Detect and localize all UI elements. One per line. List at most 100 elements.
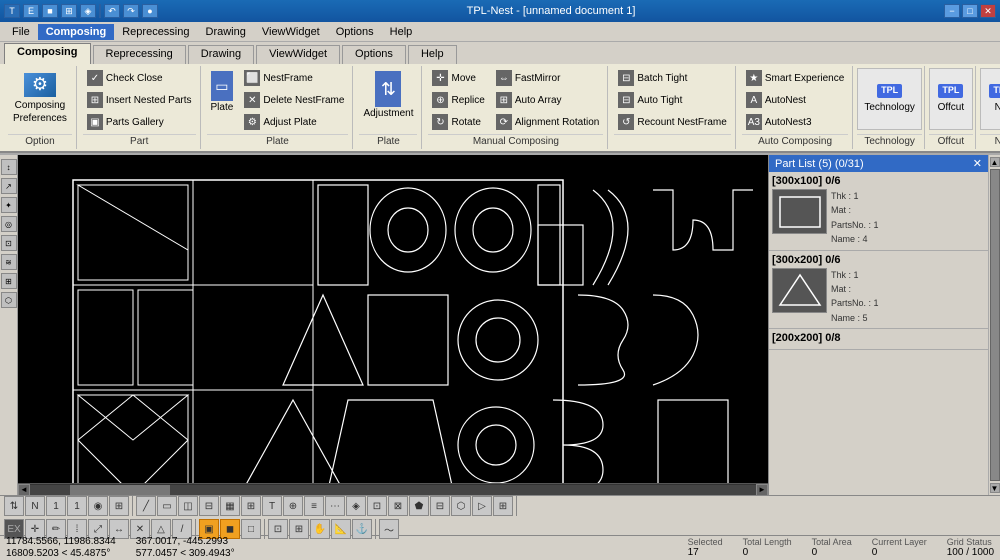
adjustment-button[interactable]: ⇅ Adjustment (359, 68, 417, 126)
lt-btn-7[interactable]: ⊞ (1, 273, 17, 289)
h-scroll-left[interactable]: ◄ (18, 484, 30, 496)
right-scrollbar[interactable]: ▲ ▼ (988, 155, 1000, 495)
manual-composing-label: Manual Composing (428, 134, 603, 147)
menu-help[interactable]: Help (382, 24, 421, 40)
bt-dots-btn[interactable]: ⋯ (325, 496, 345, 516)
menu-reprecessing[interactable]: Reprecessing (114, 24, 197, 40)
bt-circle-btn[interactable]: ◉ (88, 496, 108, 516)
title-icons[interactable]: T E ■ ⊞ ◈ ↶ ↷ ● (4, 4, 158, 18)
bt-hex2-btn[interactable]: ⬡ (451, 496, 471, 516)
menu-file[interactable]: File (4, 24, 38, 40)
bt-1b-btn[interactable]: 1 (67, 496, 87, 516)
bt-measure-btn[interactable]: 📐 (331, 519, 351, 539)
parts-gallery-button[interactable]: ▣ Parts Gallery (83, 112, 196, 132)
bt-plus-btn[interactable]: ⊞ (241, 496, 261, 516)
scroll-thumb[interactable] (990, 169, 1000, 481)
bt-n-btn[interactable]: N (25, 496, 45, 516)
bt-wave-btn[interactable]: 〜 (379, 519, 399, 539)
replice-button[interactable]: ⊕ Replice (428, 90, 488, 110)
composing-preferences-button[interactable]: ⚙ ComposingPreferences (8, 68, 72, 130)
part-list-close-button[interactable]: ✕ (973, 157, 982, 170)
bt-text-btn[interactable]: T (262, 496, 282, 516)
bt-hex-btn[interactable]: ⬟ (409, 496, 429, 516)
adjust-plate-button[interactable]: ⚙ Adjust Plate (240, 112, 348, 132)
window-controls[interactable]: − □ ✕ (944, 4, 996, 18)
lt-btn-3[interactable]: ✦ (1, 197, 17, 213)
recount-nestframe-button[interactable]: ↺ Recount NestFrame (614, 112, 730, 132)
tab-drawing[interactable]: Drawing (188, 45, 254, 64)
menu-drawing[interactable]: Drawing (198, 24, 254, 40)
bt-zoom1-btn[interactable]: ⊡ (268, 519, 288, 539)
batch-tight-button[interactable]: ⊟ Batch Tight (614, 68, 730, 88)
menu-viewwidget[interactable]: ViewWidget (254, 24, 328, 40)
autonest3-button[interactable]: A3 AutoNest3 (742, 112, 848, 132)
smart-experience-button[interactable]: ★ Smart Experience (742, 68, 848, 88)
alignment-rotation-button[interactable]: ⟳ Alignment Rotation (492, 112, 604, 132)
canvas-area[interactable]: ◄ ► (18, 155, 768, 495)
lt-btn-6[interactable]: ≋ (1, 254, 17, 270)
bt-grid3-btn[interactable]: ⊞ (493, 496, 513, 516)
h-scroll-thumb[interactable] (70, 485, 170, 495)
fast-mirror-button[interactable]: ⇔ FastMirror (492, 68, 604, 88)
bt-circ2-btn[interactable]: ⊕ (283, 496, 303, 516)
bt-zoom2-btn[interactable]: ⊞ (289, 519, 309, 539)
delete-nestframe-button[interactable]: ✕ Delete NestFrame (240, 90, 348, 110)
move-button[interactable]: ✛ Move (428, 68, 488, 88)
nestframe-button[interactable]: ⬜ NestFrame (240, 68, 348, 88)
offcut-button[interactable]: TPL Offcut (929, 68, 973, 130)
scroll-up-button[interactable]: ▲ (990, 157, 1000, 167)
rotate-button[interactable]: ↻ Rotate (428, 112, 488, 132)
record-icon[interactable]: ● (142, 4, 158, 18)
bt-1-btn[interactable]: 1 (46, 496, 66, 516)
insert-nested-parts-button[interactable]: ⊞ Insert Nested Parts (83, 90, 196, 110)
lt-btn-2[interactable]: ↗ (1, 178, 17, 194)
menu-composing[interactable]: Composing (38, 24, 115, 40)
plate-button[interactable]: ▭ Plate (207, 68, 238, 126)
tab-help[interactable]: Help (408, 45, 457, 64)
bt-box-btn[interactable]: ⊡ (367, 496, 387, 516)
bt-minus2-btn[interactable]: ⊟ (430, 496, 450, 516)
bt-minus-btn[interactable]: ⊟ (199, 496, 219, 516)
h-scroll-right[interactable]: ► (756, 484, 768, 496)
close-button[interactable]: ✕ (980, 4, 996, 18)
bt-diamond-btn[interactable]: ◈ (346, 496, 366, 516)
check-close-button[interactable]: ✓ Check Close (83, 68, 196, 88)
bt-lines-btn[interactable]: ≡ (304, 496, 324, 516)
toolbar-icon-4[interactable]: ◈ (80, 4, 96, 18)
tab-options[interactable]: Options (342, 45, 406, 64)
tab-viewwidget[interactable]: ViewWidget (256, 45, 340, 64)
bt-line-btn[interactable]: ╱ (136, 496, 156, 516)
bt-xbox-btn[interactable]: ⊠ (388, 496, 408, 516)
bt-poly-btn[interactable]: ◫ (178, 496, 198, 516)
bt-arrow-btn[interactable]: ▷ (472, 496, 492, 516)
nc-button[interactable]: TPL NC (980, 68, 1000, 130)
redo-icon[interactable]: ↷ (123, 4, 139, 18)
ribbon-group-nc: TPL NC NC (978, 66, 1000, 149)
toolbar-icon-1[interactable]: E (23, 4, 39, 18)
tab-composing[interactable]: Composing (4, 43, 91, 64)
h-scrollbar[interactable]: ◄ ► (18, 483, 768, 495)
maximize-button[interactable]: □ (962, 4, 978, 18)
tab-reprecessing[interactable]: Reprecessing (93, 45, 186, 64)
lt-btn-1[interactable]: ↕ (1, 159, 17, 175)
lt-btn-5[interactable]: ⊡ (1, 235, 17, 251)
bt-rect-btn[interactable]: ▭ (157, 496, 177, 516)
bt-outline-btn[interactable]: □ (241, 519, 261, 539)
bt-anchor-btn[interactable]: ⚓ (352, 519, 372, 539)
autonest-button[interactable]: A AutoNest (742, 90, 848, 110)
undo-icon[interactable]: ↶ (104, 4, 120, 18)
lt-btn-4[interactable]: ◎ (1, 216, 17, 232)
toolbar-icon-3[interactable]: ⊞ (61, 4, 77, 18)
bt-grid-btn[interactable]: ⊞ (109, 496, 129, 516)
bt-arrows-btn[interactable]: ⇅ (4, 496, 24, 516)
menu-options[interactable]: Options (328, 24, 382, 40)
toolbar-icon-2[interactable]: ■ (42, 4, 58, 18)
bt-pan-btn[interactable]: ✋ (310, 519, 330, 539)
technology-button[interactable]: TPL Technology (857, 68, 922, 130)
lt-btn-8[interactable]: ⬡ (1, 292, 17, 308)
minimize-button[interactable]: − (944, 4, 960, 18)
auto-array-button[interactable]: ⊞ Auto Array (492, 90, 604, 110)
auto-tight-button[interactable]: ⊟ Auto Tight (614, 90, 730, 110)
bt-grid2-btn[interactable]: ▦ (220, 496, 240, 516)
scroll-down-button[interactable]: ▼ (990, 483, 1000, 493)
